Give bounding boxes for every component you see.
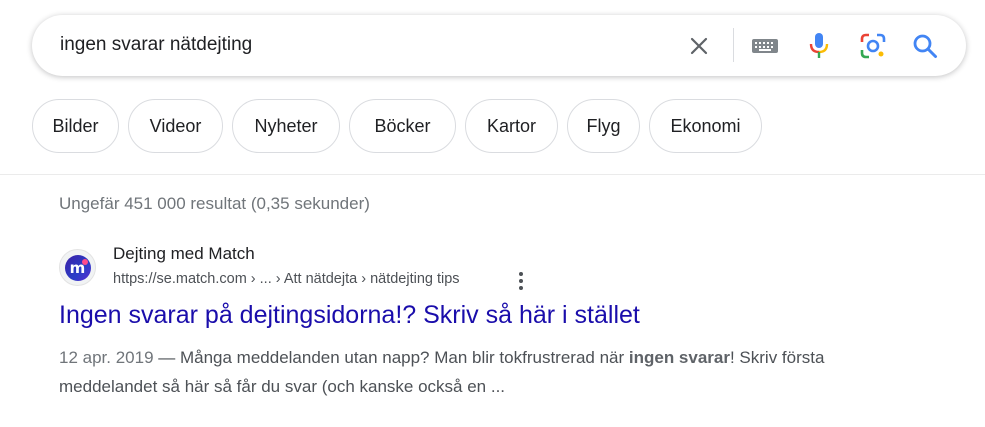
snippet-text: — Många meddelanden utan napp? Man blir … [153, 348, 629, 367]
lens-camera-icon[interactable] [858, 31, 888, 61]
result-date: 12 apr. 2019 [59, 348, 154, 367]
tab-flyg[interactable]: Flyg [567, 99, 640, 153]
search-bar[interactable]: ingen svarar nätdejting [32, 15, 966, 76]
microphone-icon[interactable] [804, 31, 834, 61]
tab-bocker[interactable]: Böcker [349, 99, 456, 153]
result-title-link[interactable]: Ingen svarar på dejtingsidorna!? Skriv s… [59, 301, 640, 330]
tab-bilder[interactable]: Bilder [32, 99, 119, 153]
tab-nyheter[interactable]: Nyheter [232, 99, 340, 153]
match-logo-icon: m [64, 254, 91, 281]
result-site-name[interactable]: Dejting med Match [113, 244, 255, 264]
snippet-highlight: ingen svarar [628, 348, 730, 367]
tab-videor[interactable]: Videor [128, 99, 223, 153]
keyboard-icon[interactable] [750, 31, 780, 61]
search-tabs: Bilder Videor Nyheter Böcker Kartor Flyg… [32, 99, 771, 153]
search-icon[interactable] [910, 31, 940, 61]
more-vert-icon[interactable] [513, 270, 529, 292]
search-input[interactable]: ingen svarar nätdejting [60, 34, 252, 56]
close-icon[interactable] [684, 31, 714, 61]
match-favicon[interactable]: m [59, 249, 96, 286]
result-stats: Ungefär 451 000 resultat (0,35 sekunder) [59, 194, 370, 213]
result-snippet: 12 apr. 2019 — Många meddelanden utan na… [59, 343, 889, 401]
result-url-breadcrumb[interactable]: https://se.match.com › ... › Att nätdejt… [113, 271, 460, 287]
tab-kartor[interactable]: Kartor [465, 99, 558, 153]
tab-ekonomi[interactable]: Ekonomi [649, 99, 762, 153]
search-divider [733, 28, 734, 62]
header-divider [0, 174, 985, 175]
